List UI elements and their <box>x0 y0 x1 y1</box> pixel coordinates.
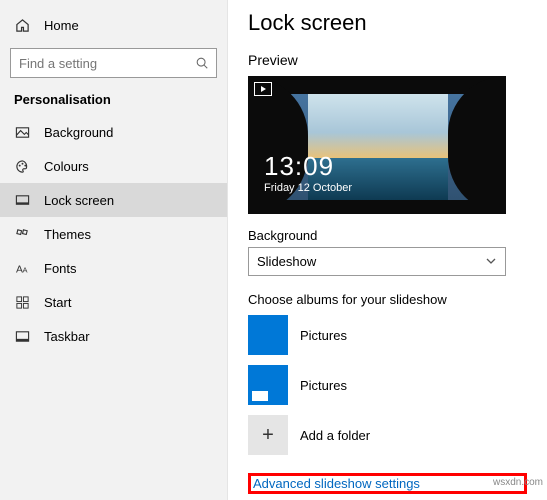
nav-label: Start <box>44 295 71 310</box>
sidebar: Home Personalisation Background Colours … <box>0 0 228 500</box>
taskbar-icon <box>14 328 30 344</box>
sidebar-item-taskbar[interactable]: Taskbar <box>0 319 227 353</box>
sidebar-item-fonts[interactable]: AA Fonts <box>0 251 227 285</box>
svg-text:A: A <box>22 265 27 274</box>
album-thumb-icon <box>248 365 288 405</box>
sidebar-item-start[interactable]: Start <box>0 285 227 319</box>
home-button[interactable]: Home <box>0 8 227 42</box>
sidebar-item-lockscreen[interactable]: Lock screen <box>0 183 227 217</box>
album-thumb-icon <box>248 315 288 355</box>
album-name: Pictures <box>300 328 347 343</box>
albums-label: Choose albums for your slideshow <box>248 292 527 307</box>
nav-label: Background <box>44 125 113 140</box>
nav-label: Taskbar <box>44 329 90 344</box>
add-folder-label: Add a folder <box>300 428 370 443</box>
home-icon <box>14 17 30 33</box>
lockscreen-icon <box>14 192 30 208</box>
preview-label: Preview <box>248 52 527 68</box>
clock-date: Friday 12 October <box>264 182 352 194</box>
advanced-link-highlight: Advanced slideshow settings <box>248 473 527 494</box>
dropdown-value: Slideshow <box>257 254 316 269</box>
section-title: Personalisation <box>0 88 227 115</box>
nav-label: Lock screen <box>44 193 114 208</box>
sidebar-item-background[interactable]: Background <box>0 115 227 149</box>
background-dropdown[interactable]: Slideshow <box>248 247 506 277</box>
watermark: wsxdn.com <box>493 477 543 488</box>
search-input-container[interactable] <box>10 48 217 78</box>
sidebar-item-themes[interactable]: Themes <box>0 217 227 251</box>
plus-icon: + <box>248 415 288 455</box>
album-name: Pictures <box>300 378 347 393</box>
fonts-icon: AA <box>14 260 30 276</box>
slideshow-indicator-icon <box>254 82 272 96</box>
clock-time: 13:09 <box>264 151 352 182</box>
sidebar-item-colours[interactable]: Colours <box>0 149 227 183</box>
search-icon <box>195 56 209 70</box>
themes-icon <box>14 226 30 242</box>
main-panel: Lock screen Preview 13:09 Friday 12 Octo… <box>228 0 547 500</box>
advanced-slideshow-link[interactable]: Advanced slideshow settings <box>253 476 420 491</box>
album-row[interactable]: Pictures <box>248 365 527 405</box>
lockscreen-preview: 13:09 Friday 12 October <box>248 76 506 214</box>
picture-icon <box>14 124 30 140</box>
nav-label: Colours <box>44 159 89 174</box>
home-label: Home <box>44 18 79 33</box>
preview-clock: 13:09 Friday 12 October <box>264 151 352 194</box>
page-title: Lock screen <box>248 10 527 36</box>
background-label: Background <box>248 228 527 243</box>
nav-label: Fonts <box>44 261 77 276</box>
start-icon <box>14 294 30 310</box>
album-row[interactable]: Pictures <box>248 315 527 355</box>
nav-label: Themes <box>44 227 91 242</box>
palette-icon <box>14 158 30 174</box>
search-input[interactable] <box>19 56 195 71</box>
add-folder-button[interactable]: + Add a folder <box>248 415 527 455</box>
chevron-down-icon <box>485 255 497 267</box>
